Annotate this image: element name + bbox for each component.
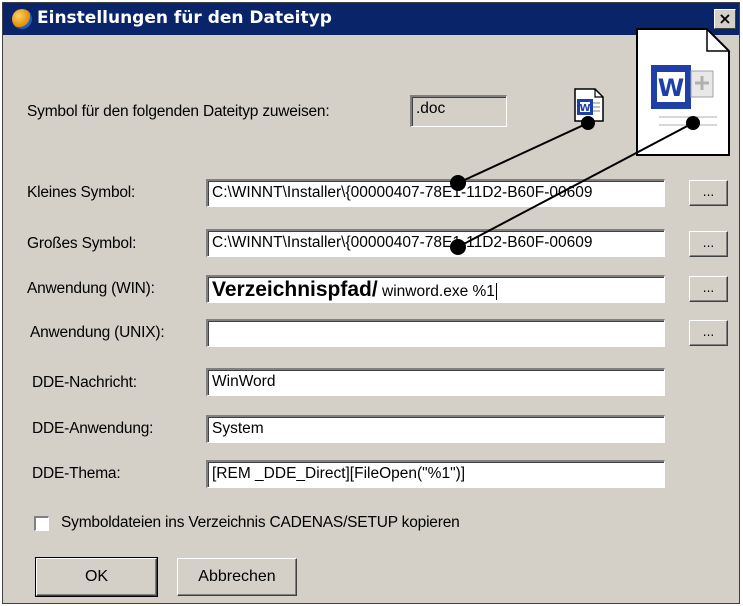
app-unix-field[interactable] <box>206 319 665 347</box>
window-title: Einstellungen für den Dateityp <box>37 8 332 28</box>
small-icon-connector <box>457 122 589 184</box>
file-type-settings-dialog: Einstellungen für den Dateityp × Symbol … <box>2 2 740 604</box>
large-icon-browse-button[interactable]: ... <box>689 231 728 257</box>
dde-message-label: DDE-Nachricht: <box>32 374 137 391</box>
dde-topic-label: DDE-Thema: <box>32 465 121 482</box>
copy-icons-checkbox-label[interactable]: Symboldateien ins Verzeichnis CADENAS/SE… <box>61 514 460 532</box>
app-win-path-prefix: Verzeichnispfad/ <box>212 278 378 301</box>
copy-icons-checkbox[interactable] <box>34 516 49 531</box>
app-win-field[interactable]: Verzeichnispfad/ winword.exe %1 <box>206 275 665 303</box>
dde-message-field[interactable]: WinWord <box>206 368 665 396</box>
large-icon-label: Großes Symbol: <box>27 235 137 252</box>
small-icon-path-field[interactable]: C:\WINNT\Installer\{00000407-78E1-11D2-B… <box>206 179 665 207</box>
app-win-browse-button[interactable]: ... <box>689 276 728 302</box>
small-icon-letter: W <box>579 103 590 114</box>
cancel-button[interactable]: Abbrechen <box>177 558 297 596</box>
dde-app-label: DDE-Anwendung: <box>32 420 154 437</box>
filetype-label: Symbol für den folgenden Dateityp zuweis… <box>27 103 330 120</box>
filetype-field: .doc <box>410 95 507 127</box>
small-icon-browse-button[interactable]: ... <box>689 180 728 206</box>
large-icon-letter: W <box>658 74 684 102</box>
app-unix-label: Anwendung (UNIX): <box>30 324 165 341</box>
app-unix-browse-button[interactable]: ... <box>689 320 728 346</box>
word-document-large-icon: W <box>629 25 731 157</box>
text-cursor <box>495 283 497 300</box>
ok-button[interactable]: OK <box>35 557 158 597</box>
settings-globe-icon <box>12 9 32 29</box>
word-document-small-icon: W <box>571 87 607 123</box>
large-icon-path-field[interactable]: C:\WINNT\Installer\{00000407-78E1-11D2-B… <box>206 229 665 257</box>
dde-topic-field[interactable]: [REM _DDE_Direct][FileOpen("%1")] <box>206 460 665 488</box>
app-win-command: winword.exe %1 <box>377 283 495 300</box>
app-win-label: Anwendung (WIN): <box>27 280 155 297</box>
small-icon-label: Kleines Symbol: <box>27 184 136 201</box>
dde-app-field[interactable]: System <box>206 415 665 443</box>
